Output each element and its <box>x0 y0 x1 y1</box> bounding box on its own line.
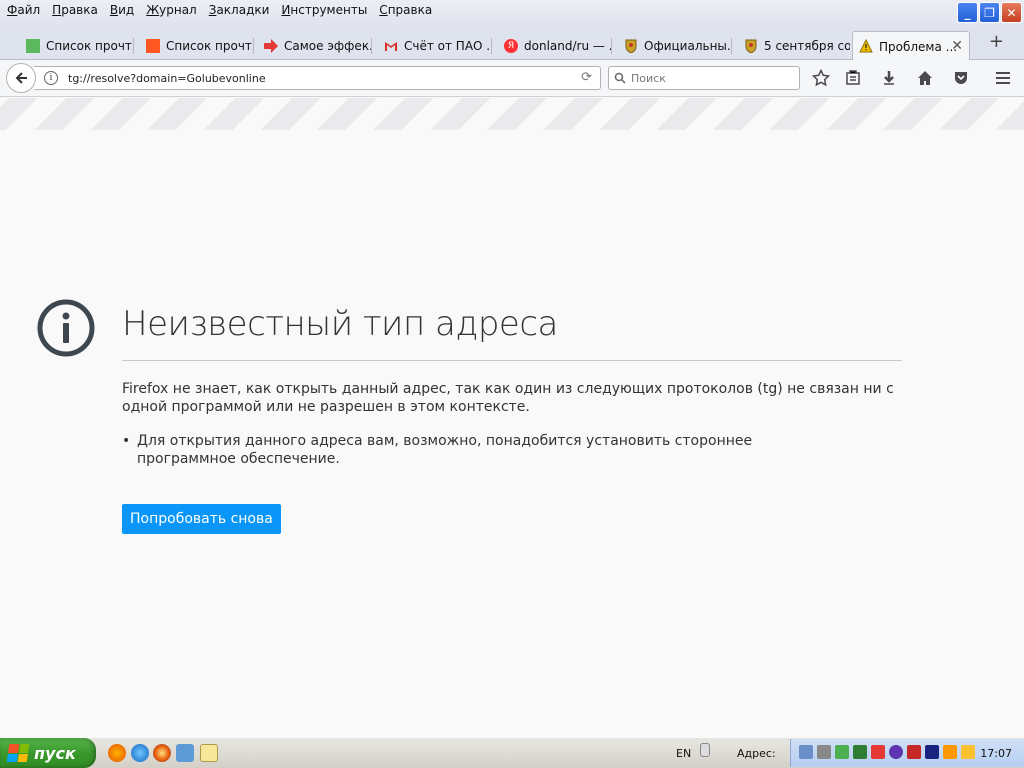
url-text[interactable]: tg://resolve?domain=Golubevonline <box>68 72 266 85</box>
error-page: Неизвестный тип адреса Firefox не знает,… <box>0 98 1024 738</box>
window-controls: _ ❐ ✕ <box>957 2 1022 23</box>
tab-5[interactable]: Я donland/ru — ... <box>498 32 612 60</box>
tray-app-icon[interactable] <box>889 745 903 759</box>
error-title: Неизвестный тип адреса <box>122 304 558 344</box>
tab-label: Список прочт... <box>166 39 254 53</box>
media-player-icon[interactable] <box>153 744 171 762</box>
start-button[interactable]: пуск <box>0 738 96 768</box>
close-window-button[interactable]: ✕ <box>1001 2 1022 23</box>
orange-square-icon <box>146 39 160 53</box>
menu-edit[interactable]: Правка <box>47 2 103 18</box>
tray-app-icon[interactable] <box>943 745 957 759</box>
keyboard-switch-icon[interactable] <box>700 743 710 757</box>
library-icon[interactable] <box>842 68 864 88</box>
emblem-icon <box>745 39 757 53</box>
striped-banner <box>0 98 1024 130</box>
red-arrow-icon <box>264 39 278 53</box>
warning-icon <box>859 39 873 53</box>
tray-app-icon[interactable] <box>835 745 849 759</box>
menu-bookmarks[interactable]: Закладки <box>204 2 275 18</box>
tab-label: Официальны... <box>644 39 732 53</box>
title-divider <box>122 360 902 361</box>
bookmark-star-icon[interactable] <box>810 68 832 88</box>
gmail-icon <box>385 42 397 51</box>
system-tray: 17:07 <box>790 739 1024 767</box>
new-tab-button[interactable]: + <box>989 31 1004 52</box>
tab-bar: Список прочт... Список прочт... Самое эф… <box>0 28 1024 61</box>
search-icon <box>614 72 626 84</box>
back-arrow-icon <box>15 72 27 84</box>
maximize-button[interactable]: ❐ <box>979 2 1000 23</box>
tab-7[interactable]: 5 сентября со... <box>738 32 850 60</box>
tray-app-icon[interactable] <box>925 745 939 759</box>
internet-explorer-icon[interactable] <box>131 744 149 762</box>
tab-label: donland/ru — ... <box>524 39 612 53</box>
yandex-icon: Я <box>504 39 518 53</box>
navigation-bar: i tg://resolve?domain=Golubevonline ⟳ <box>0 60 1024 97</box>
tray-app-icon[interactable] <box>961 745 975 759</box>
menu-help[interactable]: Справка <box>374 2 437 18</box>
search-bar[interactable] <box>608 66 800 90</box>
menu-history[interactable]: Журнал <box>141 2 202 18</box>
minimize-button[interactable]: _ <box>957 2 978 23</box>
menu-tools[interactable]: Инструменты <box>276 2 372 18</box>
menu-list: Файл Правка Вид Журнал Закладки Инструме… <box>2 2 439 18</box>
tab-label: Самое эффек... <box>284 39 372 53</box>
tray-app-icon[interactable] <box>871 745 885 759</box>
green-square-icon <box>26 39 40 53</box>
menu-bar: Файл Правка Вид Журнал Закладки Инструме… <box>0 0 1024 28</box>
tab-active[interactable]: Проблема ... ✕ <box>852 31 970 61</box>
language-indicator[interactable]: EN <box>676 747 691 760</box>
pocket-icon[interactable] <box>950 68 972 88</box>
tab-label: Проблема ... <box>879 39 958 54</box>
tab-3[interactable]: Самое эффек... <box>258 32 372 60</box>
windows-logo-icon <box>6 744 30 762</box>
info-circle-icon <box>37 299 95 357</box>
tab-2[interactable]: Список прочт... <box>140 32 254 60</box>
tab-1[interactable]: Список прочт... <box>20 32 134 60</box>
tab-4[interactable]: Счёт от ПАО ... <box>378 32 492 60</box>
menu-file[interactable]: Файл <box>2 2 45 18</box>
tray-app-icon[interactable] <box>817 745 831 759</box>
ati-icon[interactable] <box>907 745 921 759</box>
search-input[interactable] <box>631 71 791 86</box>
url-bar[interactable]: i tg://resolve?domain=Golubevonline ⟳ <box>34 66 601 90</box>
error-description: Firefox не знает, как открыть данный адр… <box>122 381 894 415</box>
info-icon[interactable]: i <box>44 71 58 85</box>
hamburger-menu-icon[interactable] <box>992 68 1014 88</box>
reload-icon[interactable]: ⟳ <box>581 70 592 85</box>
menu-view[interactable]: Вид <box>105 2 139 18</box>
try-again-button[interactable]: Попробовать снова <box>122 504 281 534</box>
back-button[interactable] <box>6 63 36 93</box>
download-icon[interactable] <box>878 68 900 88</box>
tab-label: Счёт от ПАО ... <box>404 39 492 53</box>
emblem-icon <box>625 39 637 53</box>
error-suggestion: Для открытия данного адреса вам, возможн… <box>122 432 822 468</box>
outlook-icon[interactable] <box>176 744 194 762</box>
address-toolbar-label: Адрес: <box>737 747 776 760</box>
notepad-icon[interactable] <box>200 744 218 762</box>
start-label: пуск <box>34 743 76 763</box>
tab-label: 5 сентября со... <box>764 39 850 53</box>
tray-app-icon[interactable] <box>853 745 867 759</box>
tab-6[interactable]: Официальны... <box>618 32 732 60</box>
taskbar: пуск EN Адрес: 17:07 <box>0 738 1024 768</box>
firefox-icon[interactable] <box>108 744 126 762</box>
home-icon[interactable] <box>914 68 936 88</box>
close-tab-icon[interactable]: ✕ <box>951 38 963 54</box>
tab-label: Список прочт... <box>46 39 134 53</box>
clock: 17:07 <box>980 747 1012 760</box>
network-icon[interactable] <box>799 745 813 759</box>
